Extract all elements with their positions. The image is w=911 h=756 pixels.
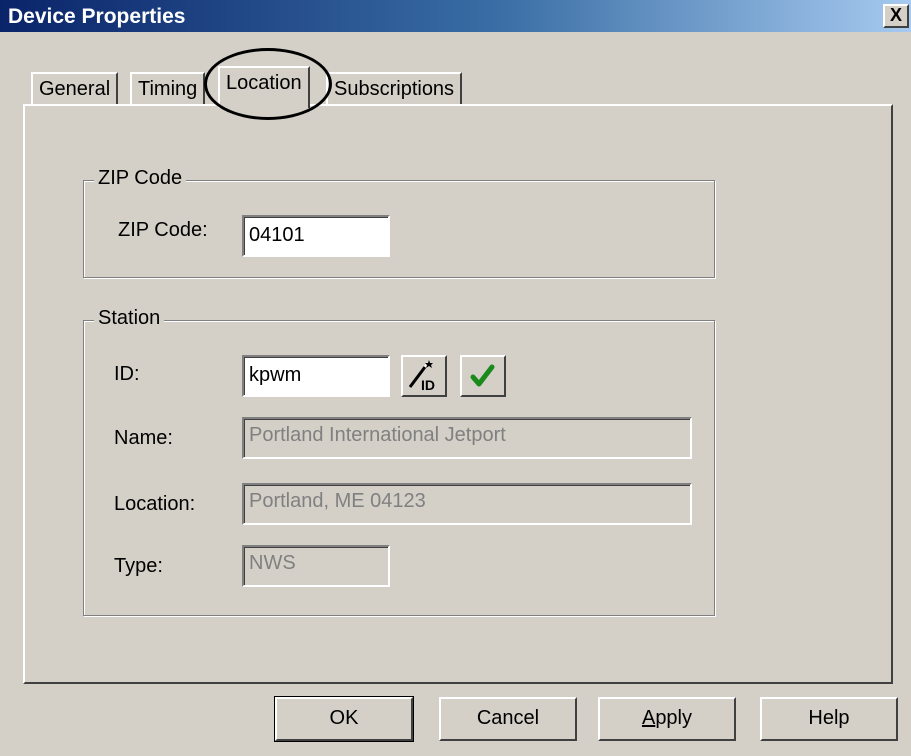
tab-panel: ZIP Code ZIP Code: 04101 Station ID: kpw… <box>23 104 893 684</box>
station-type-label: Type: <box>114 555 163 577</box>
zip-code-group: ZIP Code ZIP Code: 04101 <box>83 167 715 278</box>
station-location-label: Location: <box>114 493 196 515</box>
verify-station-button[interactable] <box>460 355 506 397</box>
station-name-label: Name: <box>114 427 173 449</box>
cancel-button[interactable]: Cancel <box>439 697 577 741</box>
station-legend: Station <box>94 307 165 330</box>
apply-mnemonic: A <box>641 707 656 729</box>
station-id-label: ID: <box>114 363 140 385</box>
station-type-field: NWS <box>242 545 390 587</box>
title-bar: Device Properties X <box>0 0 911 32</box>
window-title: Device Properties <box>8 5 186 28</box>
help-button[interactable]: Help <box>760 697 898 741</box>
station-id-input[interactable]: kpwm <box>242 355 390 397</box>
station-name-field: Portland International Jetport <box>242 417 692 459</box>
tab-timing[interactable]: Timing <box>130 72 206 106</box>
tab-location[interactable]: Location <box>218 66 310 108</box>
station-location-field: Portland, ME 04123 <box>242 483 692 525</box>
zip-code-legend: ZIP Code <box>94 167 187 190</box>
ok-button[interactable]: OK <box>274 696 414 742</box>
apply-button[interactable]: Apply <box>598 697 736 741</box>
zip-code-input[interactable]: 04101 <box>242 215 390 257</box>
magic-wand-id-icon: ID <box>408 360 435 393</box>
id-wizard-button[interactable]: ID <box>401 355 447 397</box>
close-button[interactable]: X <box>883 4 909 28</box>
zip-code-label: ZIP Code: <box>118 219 208 241</box>
svg-text:ID: ID <box>421 377 435 393</box>
tab-general[interactable]: General <box>31 72 119 106</box>
apply-label-rest: pply <box>655 707 693 729</box>
tab-subscriptions[interactable]: Subscriptions <box>326 72 463 106</box>
green-checkmark-icon <box>470 364 495 387</box>
station-group: Station ID: kpwm ID Name: Portland Inter… <box>83 307 715 616</box>
